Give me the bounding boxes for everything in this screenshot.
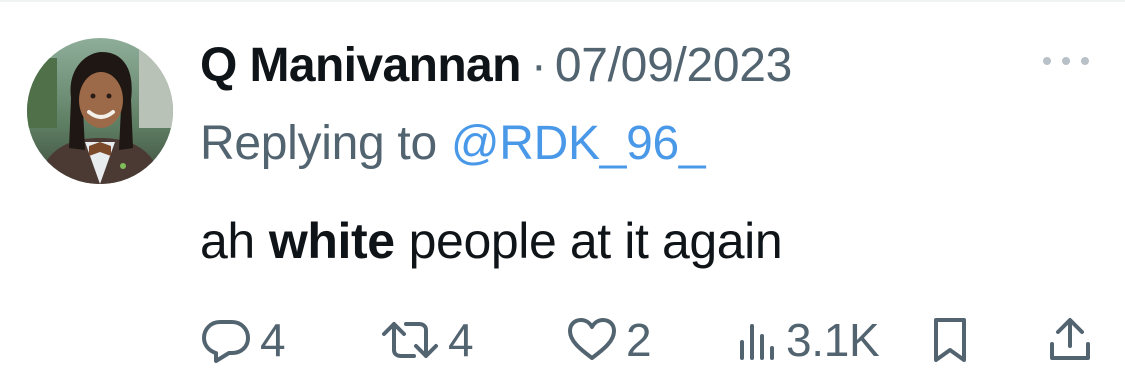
views-count: 3.1K	[786, 314, 880, 366]
top-divider	[0, 0, 1125, 2]
retweet-button[interactable]: 4	[380, 310, 474, 370]
tweet-text: ah white people at it again	[200, 208, 783, 274]
like-button[interactable]: 2	[566, 310, 652, 370]
share-icon	[1050, 318, 1090, 360]
retweet-icon	[382, 322, 438, 358]
tweet-text-after: people at it again	[408, 213, 783, 269]
bookmark-button[interactable]	[930, 310, 970, 370]
more-dot	[1043, 57, 1051, 65]
like-count: 2	[626, 314, 652, 366]
action-bar: 4 4 2 3.1K	[0, 310, 1125, 370]
reply-button[interactable]: 4	[200, 310, 286, 370]
reply-icon	[202, 320, 250, 363]
replying-label: Replying to	[200, 116, 437, 170]
tweet-header: Q Manivannan · 07/09/2023	[200, 34, 792, 96]
retweet-count: 4	[448, 314, 474, 366]
tweet-text-bold: white	[268, 213, 395, 269]
timestamp[interactable]: 07/09/2023	[555, 38, 793, 93]
header-separator: ·	[530, 38, 547, 92]
tweet-text-before: ah	[200, 213, 255, 269]
more-dot	[1062, 57, 1070, 65]
views-button[interactable]: 3.1K	[734, 310, 880, 370]
views-icon	[740, 324, 774, 360]
more-dot	[1081, 57, 1089, 65]
author-name[interactable]: Q Manivannan	[200, 38, 521, 93]
reply-handle-link[interactable]: @RDK_96_	[451, 116, 706, 171]
more-icon[interactable]	[1043, 46, 1089, 76]
replying-to: Replying to @RDK_96_	[200, 112, 706, 174]
share-button[interactable]	[1048, 310, 1092, 370]
avatar[interactable]	[27, 38, 173, 184]
reply-count: 4	[260, 314, 286, 366]
bookmark-icon	[934, 318, 966, 362]
heart-icon	[568, 318, 616, 360]
